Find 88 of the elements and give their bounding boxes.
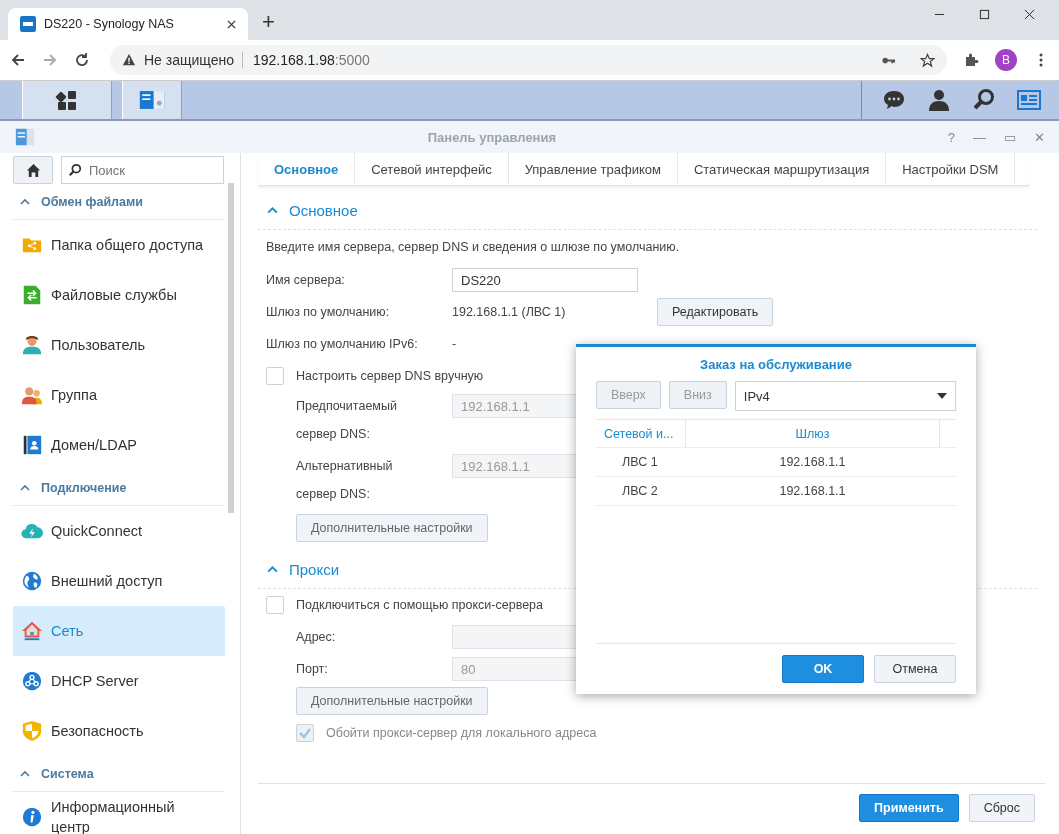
tab[interactable]: Сетевой интерфейс bbox=[355, 153, 509, 185]
home-icon bbox=[25, 162, 41, 178]
field-label: Шлюз по умолчанию IPv6: bbox=[266, 337, 419, 351]
field-label: Имя сервера: bbox=[266, 273, 346, 287]
forward-icon bbox=[42, 52, 58, 68]
gateway-value: 192.168.1.1 (ЛВС 1) bbox=[452, 305, 567, 319]
nas-favicon-icon bbox=[20, 16, 36, 32]
control-panel-icon bbox=[14, 126, 36, 148]
advanced-settings-button[interactable]: Дополнительные настройки bbox=[296, 514, 488, 542]
cancel-button[interactable]: Отмена bbox=[874, 655, 956, 683]
sidebar-item[interactable]: Безопасность bbox=[13, 706, 225, 756]
warning-icon bbox=[122, 53, 136, 67]
field-label: Альтернативный сервер DNS: bbox=[296, 458, 394, 503]
caret-icon bbox=[937, 393, 947, 399]
section-title: Прокси bbox=[289, 560, 340, 578]
tab[interactable]: Управление трафиком bbox=[508, 153, 678, 185]
protocol-dropdown[interactable]: IPv4 bbox=[734, 381, 956, 411]
security-label: Не защищено bbox=[144, 52, 243, 68]
control-panel-icon bbox=[139, 88, 165, 112]
close-icon[interactable] bbox=[227, 19, 236, 29]
server-name-field[interactable]: DS220 bbox=[452, 268, 638, 292]
dialog-title: Заказ на обслуживание bbox=[699, 355, 853, 374]
reset-button[interactable]: Сброс bbox=[968, 794, 1035, 822]
search-icon[interactable] bbox=[972, 88, 996, 112]
sidebar-item[interactable]: Внешний доступ bbox=[13, 556, 225, 606]
checkbox-label: Обойти прокси-сервер для локального адреса bbox=[326, 726, 597, 740]
sidebar-item[interactable]: Группа bbox=[13, 370, 225, 420]
section-title: Основное bbox=[289, 201, 358, 219]
window-title: Панель управления bbox=[426, 129, 558, 145]
checkbox-label: Настроить сервер DNS вручную bbox=[296, 369, 484, 383]
advanced-settings-button[interactable]: Дополнительные настройки bbox=[296, 687, 488, 715]
tab[interactable]: Основное bbox=[258, 153, 356, 185]
back-icon[interactable] bbox=[10, 52, 26, 68]
table-cell-text: 192.168.1.1 bbox=[778, 483, 847, 500]
group-header: Система bbox=[41, 766, 94, 781]
network-nodes-icon bbox=[21, 670, 43, 692]
table-cell-text: ЛВС 2 bbox=[621, 483, 659, 500]
field-label: Шлюз по умолчанию: bbox=[266, 305, 391, 319]
home-button[interactable] bbox=[13, 156, 53, 184]
search-field[interactable]: Поиск bbox=[61, 156, 224, 184]
new-tab-button[interactable]: + bbox=[262, 8, 275, 36]
close-icon[interactable] bbox=[1024, 9, 1035, 20]
globe-icon bbox=[21, 570, 43, 592]
contact-book-icon bbox=[21, 434, 43, 456]
maximize-icon[interactable] bbox=[979, 9, 990, 20]
house-network-icon bbox=[21, 620, 43, 642]
field-label: Предпочитаемый сервер DNS: bbox=[296, 398, 398, 443]
sidebar-item[interactable]: Папка общего доступа bbox=[13, 220, 225, 270]
column-header[interactable]: Сетевой и... bbox=[596, 420, 686, 447]
file-arrows-icon bbox=[21, 284, 43, 306]
search-icon bbox=[68, 163, 82, 177]
info-icon bbox=[21, 806, 43, 828]
description-text: Введите имя сервера, сервер DNS и сведения о шлюзе по умолчанию. bbox=[266, 240, 680, 254]
window-control[interactable]: ▭ bbox=[1004, 129, 1016, 145]
address-bar[interactable]: Не защищено 192.168.1.98:5000 bbox=[110, 45, 947, 75]
sidebar-item[interactable]: Домен/LDAP bbox=[13, 420, 225, 470]
widgets-icon[interactable] bbox=[1017, 88, 1041, 112]
sidebar-item[interactable]: QuickConnect bbox=[13, 506, 225, 556]
extensions-icon[interactable] bbox=[963, 52, 979, 68]
field-label: Порт: bbox=[295, 662, 329, 676]
checkbox-label: Подключиться с помощью прокси-сервера bbox=[296, 598, 543, 612]
checkbox[interactable] bbox=[266, 596, 284, 614]
url-text: 192.168.1.98:5000 bbox=[252, 52, 371, 68]
tab[interactable]: Настройки DSM bbox=[886, 153, 1016, 185]
reload-icon[interactable] bbox=[74, 52, 90, 68]
scrollbar-thumb[interactable] bbox=[228, 183, 234, 513]
sidebar-item[interactable]: Пользователь bbox=[13, 320, 225, 370]
user-icon[interactable] bbox=[927, 88, 951, 112]
users-icon bbox=[21, 384, 43, 406]
star-icon[interactable] bbox=[920, 52, 935, 68]
sidebar-item[interactable]: DHCP Server bbox=[13, 656, 225, 706]
shield-icon bbox=[21, 720, 43, 742]
user-icon bbox=[21, 334, 43, 356]
control-panel-taskbar-button[interactable] bbox=[122, 81, 182, 119]
main-menu-button[interactable] bbox=[22, 81, 112, 119]
gateway-ipv6-value: - bbox=[452, 337, 458, 351]
field-label: Адрес: bbox=[295, 630, 337, 644]
chat-icon[interactable] bbox=[882, 88, 906, 112]
table-cell-text: 192.168.1.1 bbox=[778, 454, 847, 471]
column-header[interactable]: Шлюз bbox=[686, 420, 940, 447]
browser-tab[interactable]: DS220 - Synology NAS bbox=[8, 8, 248, 40]
profile-avatar[interactable]: B bbox=[995, 49, 1017, 71]
edit-button[interactable]: Редактировать bbox=[657, 298, 774, 326]
group-header: Обмен файлами bbox=[41, 194, 143, 209]
group-header: Подключение bbox=[41, 480, 127, 495]
tab[interactable]: Статическая маршрутизация bbox=[677, 153, 887, 185]
sidebar-item[interactable]: Файловые службы bbox=[13, 270, 225, 320]
checkbox[interactable] bbox=[266, 367, 284, 385]
